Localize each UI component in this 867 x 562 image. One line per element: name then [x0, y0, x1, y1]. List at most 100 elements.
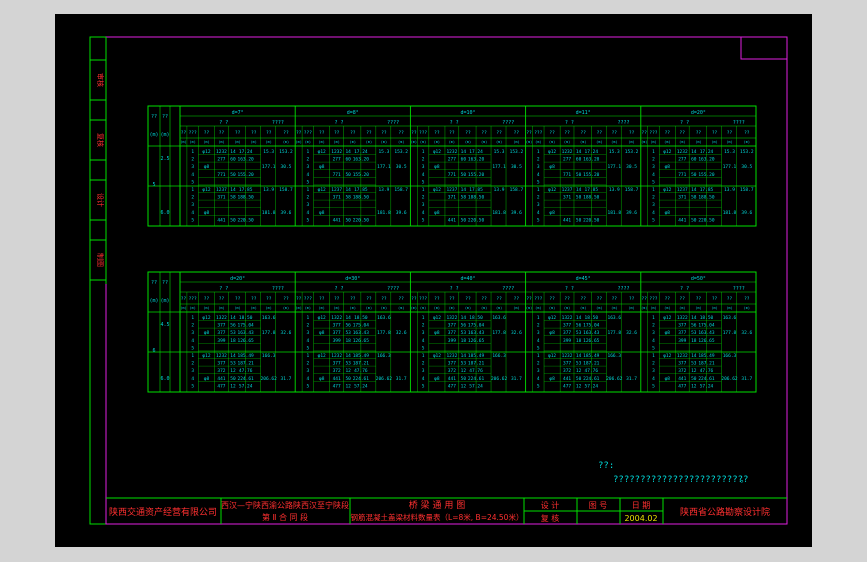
table-cell: 3 [307, 330, 310, 336]
column-header: ?? [696, 296, 702, 302]
table-cell: 32.6 [626, 330, 637, 336]
column-header: ?? [597, 130, 603, 136]
table-cell: 181.8 [608, 210, 622, 216]
table-cell: 32.6 [281, 330, 292, 336]
table-cell: 57.24 [239, 383, 253, 389]
column-unit: (m) [305, 140, 311, 144]
table-cell: 50 [461, 172, 467, 178]
group-subheader: ? ? [565, 120, 574, 126]
table-cell: 372 [217, 368, 225, 374]
table-cell: 50 [345, 376, 351, 382]
table-cell: 1237 [216, 187, 227, 193]
table-cell: 17.85 [584, 187, 598, 193]
column-header: ?? [204, 296, 210, 302]
table-cell: 4 [422, 210, 425, 216]
column-header: ?? [514, 130, 520, 136]
table-cell: 56 [345, 323, 351, 329]
table-cell: 166.3 [608, 353, 622, 359]
table-cell: 163.20 [698, 157, 715, 163]
table-cell: 2 [537, 195, 540, 201]
table-cell: 175.04 [238, 323, 255, 329]
table-cell: 2 [652, 195, 655, 201]
table-cell: φ12 [318, 187, 326, 193]
table-cell: 53 [230, 361, 236, 367]
table-cell: φ12 [202, 315, 210, 321]
table-cell: 2 [307, 195, 310, 201]
column-unit: (m) [535, 140, 541, 144]
table-cell: 15.3 [263, 149, 274, 155]
column-unit: (m) [411, 140, 417, 144]
drawing-title-2: 钢筋混凝土盖梁材料数量表（L=8米, B=24.50米） [351, 512, 524, 522]
table-cell: 60 [461, 157, 467, 163]
table-cell: 18.50 [584, 315, 598, 321]
column-header: ?? [411, 130, 417, 136]
table-cell: 441 [678, 217, 686, 223]
column-unit: (m) [596, 306, 602, 310]
table-cell: 53 [461, 330, 467, 336]
table-cell: 1 [537, 149, 540, 155]
table-cell: 187.21 [238, 361, 255, 367]
table-cell: 4 [191, 338, 194, 344]
column-header: ?? [580, 296, 586, 302]
table-cell: 3 [422, 368, 425, 374]
table-cell: φ12 [663, 353, 671, 359]
top-right-tag [740, 36, 788, 60]
table-cell: 1322 [216, 315, 227, 321]
column-header: ?? [744, 130, 750, 136]
column-header: ??? [419, 130, 427, 136]
table-cell: 477 [448, 383, 456, 389]
table-cell: φ12 [318, 149, 326, 155]
table-cell: 1237 [677, 187, 688, 193]
tables-layer: ?? ??(m) (m)d=7°? ? ??????(m)???(m)??(m)??(… [147, 105, 757, 393]
table-cell: 1 [652, 353, 655, 359]
table-cell: 377 [333, 330, 341, 336]
table-cell: 177.1 [492, 164, 506, 170]
table-cell: 441 [563, 376, 571, 382]
table-cell: 31.7 [396, 376, 407, 382]
table-cell: 30.5 [511, 164, 522, 170]
table-cell: 14 [461, 149, 467, 155]
table-cell: 32.6 [741, 330, 752, 336]
table-cell: 5 [537, 217, 540, 223]
span-label: 2.5 [160, 156, 169, 162]
group-subheader: ???? [617, 286, 629, 292]
table-cell: 12 [230, 383, 236, 389]
column-header: ?? [465, 296, 471, 302]
table-cell: φ8 [434, 210, 440, 216]
column-header: ?? [381, 130, 387, 136]
note-period: 。 [740, 475, 749, 485]
table-cell: 4 [191, 376, 194, 382]
table-cell: 1232 [677, 149, 688, 155]
column-header: ?? [629, 296, 635, 302]
table-cell: 166.3 [492, 353, 506, 359]
table-cell: 3 [307, 368, 310, 374]
left-header-cell: ?? [162, 114, 168, 120]
column-header: ?? [465, 130, 471, 136]
column-unit: (m) [664, 306, 670, 310]
group-subheader: ???? [617, 120, 629, 126]
drawing-title-1: 桥 梁 通 用 图 [409, 499, 465, 511]
table-cell: 5 [191, 345, 194, 351]
table-cell: 3 [191, 330, 194, 336]
table-cell: 126.65 [698, 338, 715, 344]
table-cell: 12 [230, 368, 236, 374]
table-cell: 372 [448, 368, 456, 374]
design-label: 设 计 [541, 500, 560, 510]
table-cell: 126.65 [353, 338, 370, 344]
column-unit: (m) [334, 306, 340, 310]
table-cell: 1 [652, 315, 655, 321]
table-cell: φ12 [202, 187, 210, 193]
table-cell: 12 [691, 368, 697, 374]
table-cell: 177.1 [262, 164, 276, 170]
table-cell: 3 [191, 202, 194, 208]
group-subheader: ? ? [680, 120, 689, 126]
table-cell: 277 [678, 157, 686, 163]
table-cell: 50 [461, 376, 467, 382]
table-cell: 3 [652, 202, 655, 208]
table-cell: 181.8 [377, 210, 391, 216]
table-cell: 163.6 [377, 315, 391, 321]
column-header: ?? [564, 296, 570, 302]
table-cell: 177.8 [377, 330, 391, 336]
table-cell: φ12 [433, 149, 441, 155]
column-unit: (m) [381, 140, 387, 144]
